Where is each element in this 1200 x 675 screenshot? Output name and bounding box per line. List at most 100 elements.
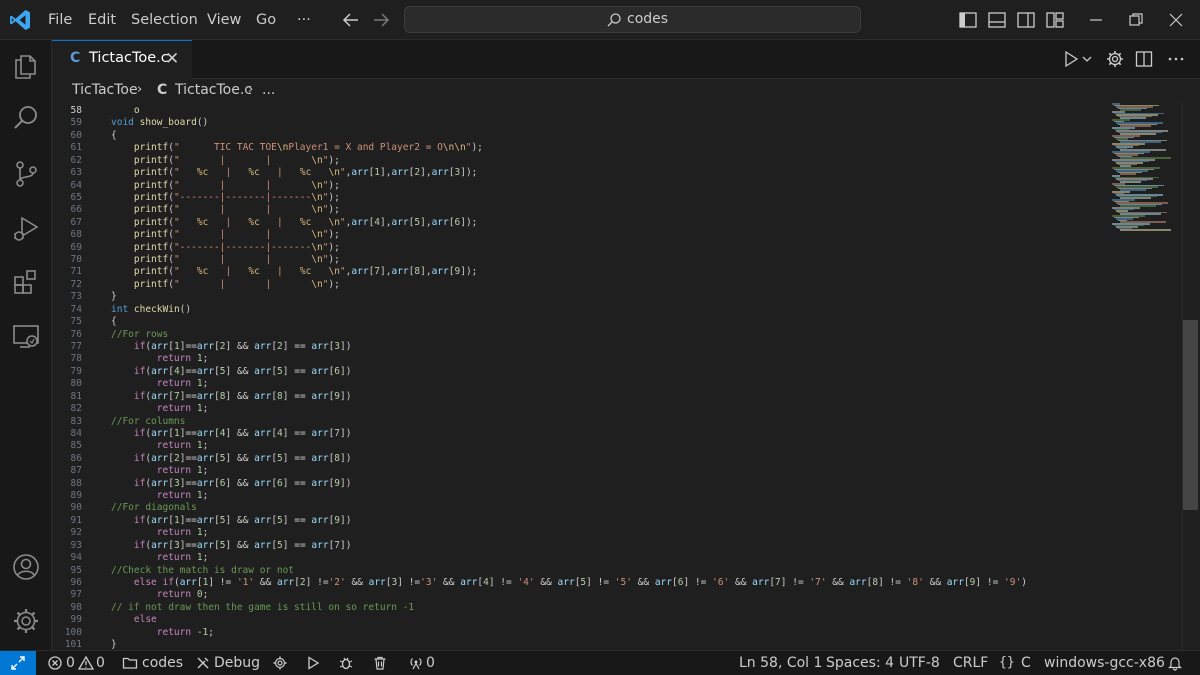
breadcrumb-folder[interactable]: TicTacToe <box>72 82 138 98</box>
code-line-89[interactable]: 89 return 1; <box>52 490 1112 502</box>
manage-gear-icon[interactable] <box>10 605 42 637</box>
code-line-100[interactable]: 100 return -1; <box>52 627 1112 639</box>
debug-bug-icon[interactable] <box>338 655 354 671</box>
code-line-95[interactable]: 95 //Check the match is draw or not <box>52 565 1112 577</box>
code-line-83[interactable]: 83 //For columns <box>52 416 1112 428</box>
minimap[interactable] <box>1112 103 1182 233</box>
trash-icon[interactable] <box>372 655 388 671</box>
code-line-67[interactable]: 67 printf(" %c | %c | %c \n",arr[4],arr[… <box>52 217 1112 229</box>
code-line-81[interactable]: 81 if(arr[7]==arr[8] && arr[8] == arr[9]… <box>52 391 1112 403</box>
menu-file[interactable]: File <box>48 0 72 40</box>
code-line-66[interactable]: 66 printf(" | | \n"); <box>52 204 1112 216</box>
code-line-88[interactable]: 88 if(arr[3]==arr[6] && arr[6] == arr[9]… <box>52 478 1112 490</box>
toggle-secondary-sidebar-icon[interactable] <box>1016 10 1036 30</box>
code-line-69[interactable]: 69 printf("-------|-------|-------\n"); <box>52 242 1112 254</box>
code-editor[interactable]: 58 o 59 void show_board() 60{61 printf(" TI… <box>52 103 1200 650</box>
code-line-82[interactable]: 82 return 1; <box>52 403 1112 415</box>
code-line-99[interactable]: 99 else <box>52 614 1112 626</box>
build-gear-icon[interactable] <box>272 655 288 671</box>
code-line-65[interactable]: 65 printf("-------|-------|-------\n"); <box>52 192 1112 204</box>
ports-count[interactable]: 0 <box>426 651 435 675</box>
remote-explorer-icon[interactable] <box>10 320 42 352</box>
code-line-86[interactable]: 86 if(arr[2]==arr[5] && arr[5] == arr[8]… <box>52 453 1112 465</box>
status-folder[interactable]: codes <box>142 651 183 675</box>
split-editor-icon[interactable] <box>1134 49 1154 69</box>
code-line-63[interactable]: 63 printf(" %c | %c | %c \n",arr[1],arr[… <box>52 167 1112 179</box>
run-dropdown-chevron-icon[interactable] <box>1081 49 1093 69</box>
minimize-icon[interactable] <box>1086 10 1106 30</box>
notifications-bell-icon[interactable] <box>1167 655 1183 671</box>
explorer-icon[interactable] <box>10 50 42 82</box>
code-line-58[interactable]: 58 o <box>52 105 1112 117</box>
toggle-panel-icon[interactable] <box>987 10 1007 30</box>
code-line-90[interactable]: 90 //For diagonals <box>52 502 1112 514</box>
code-line-59[interactable]: 59 void show_board() <box>52 117 1112 129</box>
tab-tictactoe-c[interactable]: C TictacToe.c ✕ <box>52 40 192 79</box>
accounts-icon[interactable] <box>10 551 42 583</box>
cursor-position[interactable]: Ln 58, Col 1 <box>739 651 822 675</box>
menu-selection[interactable]: Selection <box>131 0 198 40</box>
language-mode[interactable]: C <box>1021 651 1031 675</box>
code-line-75[interactable]: 75 { <box>52 316 1112 328</box>
more-actions-icon[interactable] <box>1166 49 1186 69</box>
extensions-icon[interactable] <box>10 266 42 298</box>
warning-count[interactable]: 0 <box>96 651 105 675</box>
settings-gear-icon[interactable] <box>1105 49 1125 69</box>
code-line-76[interactable]: 76 //For rows <box>52 329 1112 341</box>
code-line-79[interactable]: 79 if(arr[4]==arr[5] && arr[5] == arr[6]… <box>52 366 1112 378</box>
code-line-84[interactable]: 84 if(arr[1]==arr[4] && arr[4] == arr[7]… <box>52 428 1112 440</box>
command-center-search[interactable]: codes <box>404 6 861 33</box>
indentation[interactable]: Spaces: 4 <box>826 651 894 675</box>
code-line-78[interactable]: 78 return 1; <box>52 353 1112 365</box>
run-and-debug-icon[interactable] <box>10 212 42 244</box>
toggle-primary-sidebar-icon[interactable] <box>958 10 978 30</box>
code-line-71[interactable]: 71 printf(" %c | %c | %c \n",arr[7],arr[… <box>52 266 1112 278</box>
restore-icon[interactable] <box>1126 10 1146 30</box>
cpp-configuration[interactable]: windows-gcc-x86 <box>1044 651 1165 675</box>
customize-layout-icon[interactable] <box>1045 10 1065 30</box>
run-file-icon[interactable] <box>1061 49 1081 69</box>
code-line-70[interactable]: 70 printf(" | | \n"); <box>52 254 1112 266</box>
code-line-96[interactable]: 96 else if(arr[1] != '1' && arr[2] !='2'… <box>52 577 1112 589</box>
line-number: 62 <box>70 154 82 166</box>
code-line-74[interactable]: 74 int checkWin() <box>52 304 1112 316</box>
vscode-logo-icon[interactable] <box>8 8 32 32</box>
code-line-87[interactable]: 87 return 1; <box>52 465 1112 477</box>
code-line-62[interactable]: 62 printf(" | | \n"); <box>52 155 1112 167</box>
code-line-93[interactable]: 93 if(arr[3]==arr[5] && arr[5] == arr[7]… <box>52 540 1112 552</box>
menu-more[interactable]: ··· <box>297 0 311 40</box>
run-icon[interactable] <box>305 655 321 671</box>
code-line-97[interactable]: 97 return 0; <box>52 589 1112 601</box>
menu-edit[interactable]: Edit <box>88 0 116 40</box>
breadcrumb-file[interactable]: TictacToe.c <box>175 82 252 98</box>
code-line-85[interactable]: 85 return 1; <box>52 440 1112 452</box>
source-control-icon[interactable] <box>10 158 42 190</box>
code-line-77[interactable]: 77 if(arr[1]==arr[2] && arr[2] == arr[3]… <box>52 341 1112 353</box>
error-count[interactable]: 0 <box>66 651 75 675</box>
code-line-98[interactable]: 98 // if not draw then the game is still … <box>52 602 1112 614</box>
code-line-73[interactable]: 73} <box>52 291 1112 303</box>
line-ending[interactable]: CRLF <box>953 651 988 675</box>
code-line-80[interactable]: 80 return 1; <box>52 378 1112 390</box>
code-line-60[interactable]: 60 { <box>52 130 1112 142</box>
scrollbar-thumb[interactable] <box>1183 320 1198 510</box>
forward-arrow-icon[interactable] <box>369 8 393 32</box>
code-line-101[interactable]: 101} <box>52 639 1112 650</box>
remote-indicator[interactable] <box>0 651 36 675</box>
code-line-91[interactable]: 91 if(arr[1]==arr[5] && arr[5] == arr[9]… <box>52 515 1112 527</box>
tab-close-icon[interactable]: ✕ <box>165 49 179 69</box>
encoding[interactable]: UTF-8 <box>899 651 940 675</box>
breadcrumb-symbol[interactable]: ... <box>262 82 275 98</box>
code-line-72[interactable]: 72 printf(" | | \n"); <box>52 279 1112 291</box>
menu-view[interactable]: View <box>207 0 241 40</box>
code-line-61[interactable]: 61 printf(" TIC TAC TOE\nPlayer1 = X and… <box>52 142 1112 154</box>
search-view-icon[interactable] <box>10 102 42 134</box>
code-line-64[interactable]: 64 printf(" | | \n"); <box>52 180 1112 192</box>
close-window-icon[interactable] <box>1166 10 1186 30</box>
code-line-94[interactable]: 94 return 1; <box>52 552 1112 564</box>
menu-go[interactable]: Go <box>256 0 276 40</box>
back-arrow-icon[interactable] <box>339 8 363 32</box>
status-debug[interactable]: Debug <box>214 651 260 675</box>
code-line-92[interactable]: 92 return 1; <box>52 527 1112 539</box>
code-line-68[interactable]: 68 printf(" | | \n"); <box>52 229 1112 241</box>
